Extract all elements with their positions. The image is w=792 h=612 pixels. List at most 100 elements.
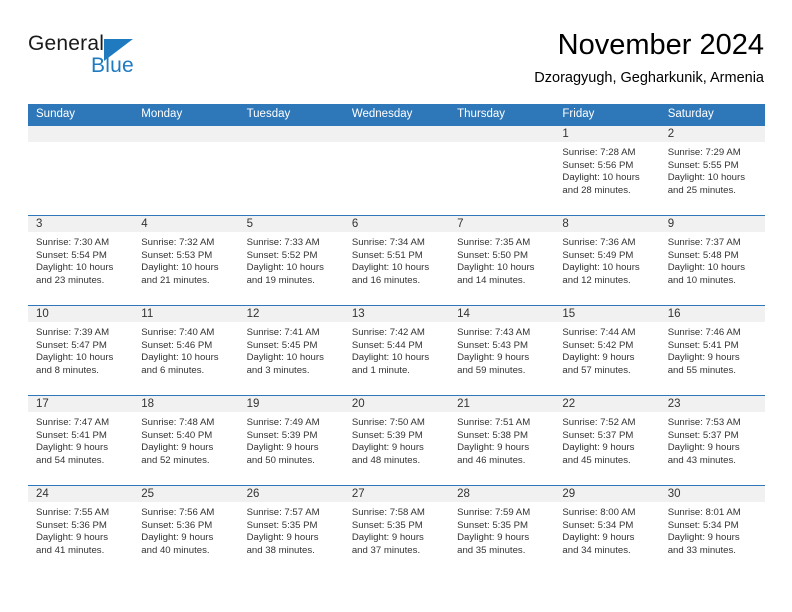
day-cell[interactable]: 6 Sunrise: 7:34 AM Sunset: 5:51 PM Daylight… bbox=[343, 215, 450, 306]
day-cell[interactable]: 12 Sunrise: 7:41 AM Sunset: 5:45 PM Dayligh… bbox=[238, 305, 344, 396]
calendar-page: General Blue November 2024 Dzoragyugh, G… bbox=[0, 0, 792, 612]
day-number bbox=[28, 126, 134, 142]
week-row: 10 Sunrise: 7:39 AM Sunset: 5:47 PM Dayligh… bbox=[28, 305, 765, 396]
day-cell[interactable]: 20 Sunrise: 7:50 AM Sunset: 5:39 PM Dayligh… bbox=[343, 395, 450, 486]
day-cell-empty bbox=[28, 125, 134, 216]
daylight-text-line2: and 37 minutes. bbox=[351, 544, 421, 556]
day-cell[interactable]: 3 Sunrise: 7:30 AM Sunset: 5:54 PM Daylight… bbox=[28, 215, 134, 306]
sunset-text: Sunset: 5:35 PM bbox=[457, 519, 529, 531]
day-cell[interactable]: 25 Sunrise: 7:56 AM Sunset: 5:36 PM Dayligh… bbox=[133, 485, 239, 576]
daylight-text-line1: Daylight: 10 hours bbox=[141, 262, 219, 274]
daylight-text-line2: and 23 minutes. bbox=[36, 274, 105, 286]
day-info: Sunrise: 7:36 AM Sunset: 5:49 PM Daylight:… bbox=[554, 232, 659, 287]
day-number: 22 bbox=[554, 396, 660, 412]
day-cell[interactable]: 9 Sunrise: 7:37 AM Sunset: 5:48 PM Daylight… bbox=[659, 215, 765, 306]
sunrise-text: Sunrise: 7:34 AM bbox=[351, 237, 425, 248]
daylight-text-line1: Daylight: 10 hours bbox=[246, 262, 324, 274]
day-info: Sunrise: 7:43 AM Sunset: 5:43 PM Daylight:… bbox=[449, 322, 554, 377]
sunset-text: Sunset: 5:48 PM bbox=[667, 249, 739, 261]
day-cell[interactable]: 27 Sunrise: 7:58 AM Sunset: 5:35 PM Dayligh… bbox=[343, 485, 450, 576]
sunset-text: Sunset: 5:45 PM bbox=[246, 339, 318, 351]
day-cell[interactable]: 19 Sunrise: 7:49 AM Sunset: 5:39 PM Dayligh… bbox=[238, 395, 344, 486]
day-info: Sunrise: 7:41 AM Sunset: 5:45 PM Daylight:… bbox=[239, 322, 344, 377]
day-cell[interactable]: 1 Sunrise: 7:28 AM Sunset: 5:56 PM Daylight… bbox=[554, 125, 660, 216]
day-number: 16 bbox=[659, 306, 765, 322]
day-cell[interactable]: 13 Sunrise: 7:42 AM Sunset: 5:44 PM Dayligh… bbox=[343, 305, 450, 396]
day-number: 8 bbox=[554, 216, 660, 232]
day-cell[interactable]: 30 Sunrise: 8:01 AM Sunset: 5:34 PM Dayligh… bbox=[659, 485, 765, 576]
sunset-text: Sunset: 5:42 PM bbox=[562, 339, 634, 351]
day-cell[interactable]: 7 Sunrise: 7:35 AM Sunset: 5:50 PM Daylight… bbox=[449, 215, 555, 306]
weekday-header-monday: Monday bbox=[133, 104, 239, 126]
sunset-text: Sunset: 5:46 PM bbox=[141, 339, 213, 351]
day-number: 27 bbox=[343, 486, 450, 502]
sunrise-text: Sunrise: 7:56 AM bbox=[141, 507, 215, 518]
sunset-text: Sunset: 5:34 PM bbox=[562, 519, 634, 531]
sunrise-text: Sunrise: 7:48 AM bbox=[141, 417, 215, 428]
daylight-text-line1: Daylight: 9 hours bbox=[667, 442, 740, 454]
sunrise-text: Sunrise: 7:53 AM bbox=[667, 417, 741, 428]
sunset-text: Sunset: 5:41 PM bbox=[667, 339, 739, 351]
day-info: Sunrise: 7:37 AM Sunset: 5:48 PM Daylight:… bbox=[660, 232, 765, 287]
day-info: Sunrise: 7:44 AM Sunset: 5:42 PM Daylight:… bbox=[554, 322, 659, 377]
day-cell[interactable]: 14 Sunrise: 7:43 AM Sunset: 5:43 PM Dayligh… bbox=[449, 305, 555, 396]
sunset-text: Sunset: 5:53 PM bbox=[141, 249, 213, 261]
page-header: General Blue November 2024 Dzoragyugh, G… bbox=[28, 28, 764, 98]
day-cell[interactable]: 4 Sunrise: 7:32 AM Sunset: 5:53 PM Daylight… bbox=[133, 215, 239, 306]
day-cell[interactable]: 15 Sunrise: 7:44 AM Sunset: 5:42 PM Dayligh… bbox=[554, 305, 660, 396]
calendar-grid: Sunday Monday Tuesday Wednesday Thursday… bbox=[28, 104, 765, 576]
day-number bbox=[343, 126, 450, 142]
day-cell[interactable]: 26 Sunrise: 7:57 AM Sunset: 5:35 PM Dayligh… bbox=[238, 485, 344, 576]
day-cell[interactable]: 18 Sunrise: 7:48 AM Sunset: 5:40 PM Dayligh… bbox=[133, 395, 239, 486]
daylight-text-line2: and 38 minutes. bbox=[246, 544, 315, 556]
day-number: 9 bbox=[659, 216, 765, 232]
daylight-text-line1: Daylight: 10 hours bbox=[667, 262, 746, 274]
day-number: 5 bbox=[238, 216, 344, 232]
day-cell[interactable]: 10 Sunrise: 7:39 AM Sunset: 5:47 PM Dayligh… bbox=[28, 305, 134, 396]
day-cell[interactable]: 22 Sunrise: 7:52 AM Sunset: 5:37 PM Dayligh… bbox=[554, 395, 660, 486]
day-info: Sunrise: 7:28 AM Sunset: 5:56 PM Daylight:… bbox=[554, 142, 659, 197]
day-cell[interactable]: 24 Sunrise: 7:55 AM Sunset: 5:36 PM Dayligh… bbox=[28, 485, 134, 576]
sunrise-text: Sunrise: 7:41 AM bbox=[246, 327, 320, 338]
day-number: 23 bbox=[659, 396, 765, 412]
day-number: 15 bbox=[554, 306, 660, 322]
brand-name-blue: Blue bbox=[91, 54, 134, 77]
day-cell[interactable]: 29 Sunrise: 8:00 AM Sunset: 5:34 PM Dayligh… bbox=[554, 485, 660, 576]
day-cell[interactable]: 8 Sunrise: 7:36 AM Sunset: 5:49 PM Daylight… bbox=[554, 215, 660, 306]
daylight-text-line1: Daylight: 9 hours bbox=[141, 442, 214, 454]
daylight-text-line1: Daylight: 9 hours bbox=[562, 352, 635, 364]
day-cell[interactable]: 2 Sunrise: 7:29 AM Sunset: 5:55 PM Daylight… bbox=[659, 125, 765, 216]
sunset-text: Sunset: 5:39 PM bbox=[246, 429, 318, 441]
day-number: 3 bbox=[28, 216, 134, 232]
sunrise-text: Sunrise: 7:32 AM bbox=[141, 237, 215, 248]
day-info: Sunrise: 7:52 AM Sunset: 5:37 PM Daylight:… bbox=[554, 412, 659, 467]
day-cell[interactable]: 17 Sunrise: 7:47 AM Sunset: 5:41 PM Dayligh… bbox=[28, 395, 134, 486]
daylight-text-line2: and 10 minutes. bbox=[667, 274, 736, 286]
day-cell-empty bbox=[133, 125, 239, 216]
day-cell[interactable]: 21 Sunrise: 7:51 AM Sunset: 5:38 PM Dayligh… bbox=[449, 395, 555, 486]
brand-name-general: General bbox=[28, 32, 105, 55]
daylight-text-line1: Daylight: 10 hours bbox=[351, 352, 430, 364]
daylight-text-line1: Daylight: 9 hours bbox=[457, 352, 530, 364]
day-cell[interactable]: 11 Sunrise: 7:40 AM Sunset: 5:46 PM Dayligh… bbox=[133, 305, 239, 396]
day-cell[interactable]: 23 Sunrise: 7:53 AM Sunset: 5:37 PM Dayligh… bbox=[659, 395, 765, 486]
day-number: 11 bbox=[133, 306, 239, 322]
day-number: 4 bbox=[133, 216, 239, 232]
daylight-text-line1: Daylight: 10 hours bbox=[457, 262, 535, 274]
daylight-text-line1: Daylight: 9 hours bbox=[562, 442, 635, 454]
day-number: 24 bbox=[28, 486, 134, 502]
day-cell[interactable]: 5 Sunrise: 7:33 AM Sunset: 5:52 PM Daylight… bbox=[238, 215, 344, 306]
day-info: Sunrise: 7:29 AM Sunset: 5:55 PM Daylight:… bbox=[660, 142, 765, 197]
sunrise-text: Sunrise: 7:55 AM bbox=[36, 507, 110, 518]
day-cell-empty bbox=[343, 125, 450, 216]
sunset-text: Sunset: 5:43 PM bbox=[457, 339, 529, 351]
day-info: Sunrise: 7:49 AM Sunset: 5:39 PM Daylight:… bbox=[239, 412, 344, 467]
day-cell-empty bbox=[238, 125, 344, 216]
day-cell[interactable]: 16 Sunrise: 7:46 AM Sunset: 5:41 PM Dayligh… bbox=[659, 305, 765, 396]
brand-logo[interactable]: General Blue bbox=[28, 32, 188, 88]
sunset-text: Sunset: 5:38 PM bbox=[457, 429, 529, 441]
day-cell-empty bbox=[449, 125, 555, 216]
daylight-text-line1: Daylight: 10 hours bbox=[36, 352, 114, 364]
day-info: Sunrise: 7:46 AM Sunset: 5:41 PM Daylight:… bbox=[660, 322, 765, 377]
day-cell[interactable]: 28 Sunrise: 7:59 AM Sunset: 5:35 PM Dayligh… bbox=[449, 485, 555, 576]
